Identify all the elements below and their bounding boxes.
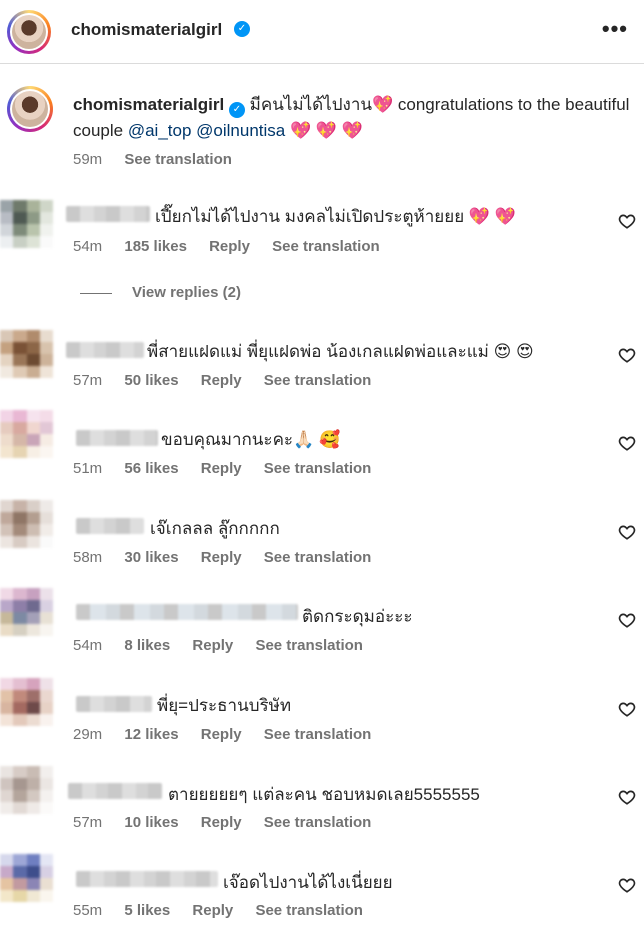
caption-text-th: มีคนไม่ได้ไปงาน <box>249 95 372 114</box>
heart-outline-icon[interactable] <box>618 611 636 629</box>
reply-button[interactable]: Reply <box>201 726 242 743</box>
comment-meta: 57m 50 likes Reply See translation <box>73 372 389 389</box>
caption-username[interactable]: chomismaterialgirl <box>73 95 224 114</box>
caption: chomismaterialgirl ✓ มีคนไม่ได้ไปงาน💖 co… <box>73 92 633 144</box>
commenter-name[interactable] <box>76 696 152 712</box>
comment-avatar[interactable] <box>0 500 53 548</box>
likes-count[interactable]: 10 likes <box>124 814 178 831</box>
reply-button[interactable]: Reply <box>201 549 242 566</box>
see-translation-link[interactable]: See translation <box>255 637 363 654</box>
commenter-name[interactable] <box>76 604 298 620</box>
comment-meta: 54m 185 likes Reply See translation <box>73 238 398 255</box>
see-translation-link[interactable]: See translation <box>264 726 372 743</box>
heart-emoji: 💖 <box>372 95 394 114</box>
reply-button[interactable]: Reply <box>201 814 242 831</box>
commenter-name[interactable] <box>76 430 158 446</box>
heart-outline-icon[interactable] <box>618 523 636 541</box>
see-translation-link[interactable]: See translation <box>272 238 380 255</box>
view-replies-label[interactable]: View replies (2) <box>132 284 241 301</box>
see-translation-link[interactable]: See translation <box>264 372 372 389</box>
comment-text: พี่สายแฝดแม่ พี่ยุแฝดพ่อ น้องเกลแฝดพ่อแล… <box>147 342 534 361</box>
caption-time: 59m <box>73 151 103 168</box>
comment-meta: 29m 12 likes Reply See translation <box>73 726 389 743</box>
likes-count[interactable]: 185 likes <box>124 238 187 255</box>
profile-avatar[interactable] <box>7 10 51 54</box>
header-username[interactable]: chomismaterialgirl <box>71 20 222 40</box>
mention-link[interactable]: @ai_top <box>128 121 192 140</box>
see-translation-link[interactable]: See translation <box>124 151 232 168</box>
comment-meta: 55m 5 likes Reply See translation <box>73 902 381 919</box>
comment-time: 29m <box>73 726 103 743</box>
heart-outline-icon[interactable] <box>618 788 636 806</box>
verified-badge-icon: ✓ <box>228 102 245 118</box>
see-translation-link[interactable]: See translation <box>255 902 363 919</box>
comment-time: 54m <box>73 637 103 654</box>
caption-meta: 59m See translation <box>73 151 250 168</box>
comment-avatar[interactable] <box>0 200 53 248</box>
comment-text: เจ๊เกลลล ลู๊กกกกก <box>150 519 280 538</box>
comment-time: 57m <box>73 814 103 831</box>
heart-outline-icon[interactable] <box>618 876 636 894</box>
reply-button[interactable]: Reply <box>209 238 250 255</box>
comment-text: เจ๊อดไปงานได้ไงเนี่ยยย <box>223 873 393 892</box>
comment-meta: 51m 56 likes Reply See translation <box>73 460 389 477</box>
commenter-name[interactable] <box>68 783 162 799</box>
view-replies-button[interactable]: View replies (2) <box>80 284 241 301</box>
comment-text: ตายยยยยๆ แต่ละคน ชอบหมดเลย5555555 <box>168 785 480 804</box>
heart-emojis: 💖 💖 💖 <box>289 121 363 140</box>
comment-avatar[interactable] <box>0 410 53 458</box>
comment-time: 51m <box>73 460 103 477</box>
comment-avatar[interactable] <box>0 854 53 902</box>
comment-avatar[interactable] <box>0 766 53 814</box>
likes-count[interactable]: 8 likes <box>124 637 170 654</box>
comment-avatar[interactable] <box>0 330 53 378</box>
likes-count[interactable]: 50 likes <box>124 372 178 389</box>
reply-button[interactable]: Reply <box>201 460 242 477</box>
mention-link[interactable]: @oilnuntisa <box>196 121 285 140</box>
reply-button[interactable]: Reply <box>192 902 233 919</box>
comment-meta: 58m 30 likes Reply See translation <box>73 549 389 566</box>
see-translation-link[interactable]: See translation <box>264 460 372 477</box>
comment-time: 54m <box>73 238 103 255</box>
verified-badge-icon: ✓ <box>234 21 250 37</box>
see-translation-link[interactable]: See translation <box>264 549 372 566</box>
more-options-icon[interactable]: ••• <box>602 16 628 42</box>
comment-time: 57m <box>73 372 103 389</box>
heart-outline-icon[interactable] <box>618 346 636 364</box>
commenter-name[interactable] <box>66 342 144 358</box>
comment-avatar[interactable] <box>0 588 53 636</box>
commenter-name[interactable] <box>76 518 144 534</box>
comment-time: 58m <box>73 549 103 566</box>
likes-count[interactable]: 56 likes <box>124 460 178 477</box>
heart-outline-icon[interactable] <box>618 434 636 452</box>
replies-divider <box>80 292 112 294</box>
likes-count[interactable]: 5 likes <box>124 902 170 919</box>
comment-meta: 54m 8 likes Reply See translation <box>73 637 381 654</box>
comment-avatar[interactable] <box>0 678 53 726</box>
comment-text: ขอบคุณมากนะคะ🙏🏻 🥰 <box>161 430 341 449</box>
commenter-name[interactable] <box>66 206 150 222</box>
likes-count[interactable]: 12 likes <box>124 726 178 743</box>
comment-text: เปี๊ยกไม่ได้ไปงาน มงคลไม่เปิดประตูห้ายยย… <box>155 207 516 226</box>
reply-button[interactable]: Reply <box>201 372 242 389</box>
comment-text: พี่ยุ=ประธานบริษัท <box>157 696 292 715</box>
caption-avatar[interactable] <box>7 86 53 132</box>
see-translation-link[interactable]: See translation <box>264 814 372 831</box>
comment-text: ติดกระดุมอ่ะะะ <box>302 607 413 626</box>
reply-button[interactable]: Reply <box>192 637 233 654</box>
heart-outline-icon[interactable] <box>618 212 636 230</box>
heart-outline-icon[interactable] <box>618 700 636 718</box>
comment-meta: 57m 10 likes Reply See translation <box>73 814 389 831</box>
comment-time: 55m <box>73 902 103 919</box>
likes-count[interactable]: 30 likes <box>124 549 178 566</box>
commenter-name[interactable] <box>76 871 218 887</box>
post-header: chomismaterialgirl ✓ ••• <box>0 0 644 64</box>
